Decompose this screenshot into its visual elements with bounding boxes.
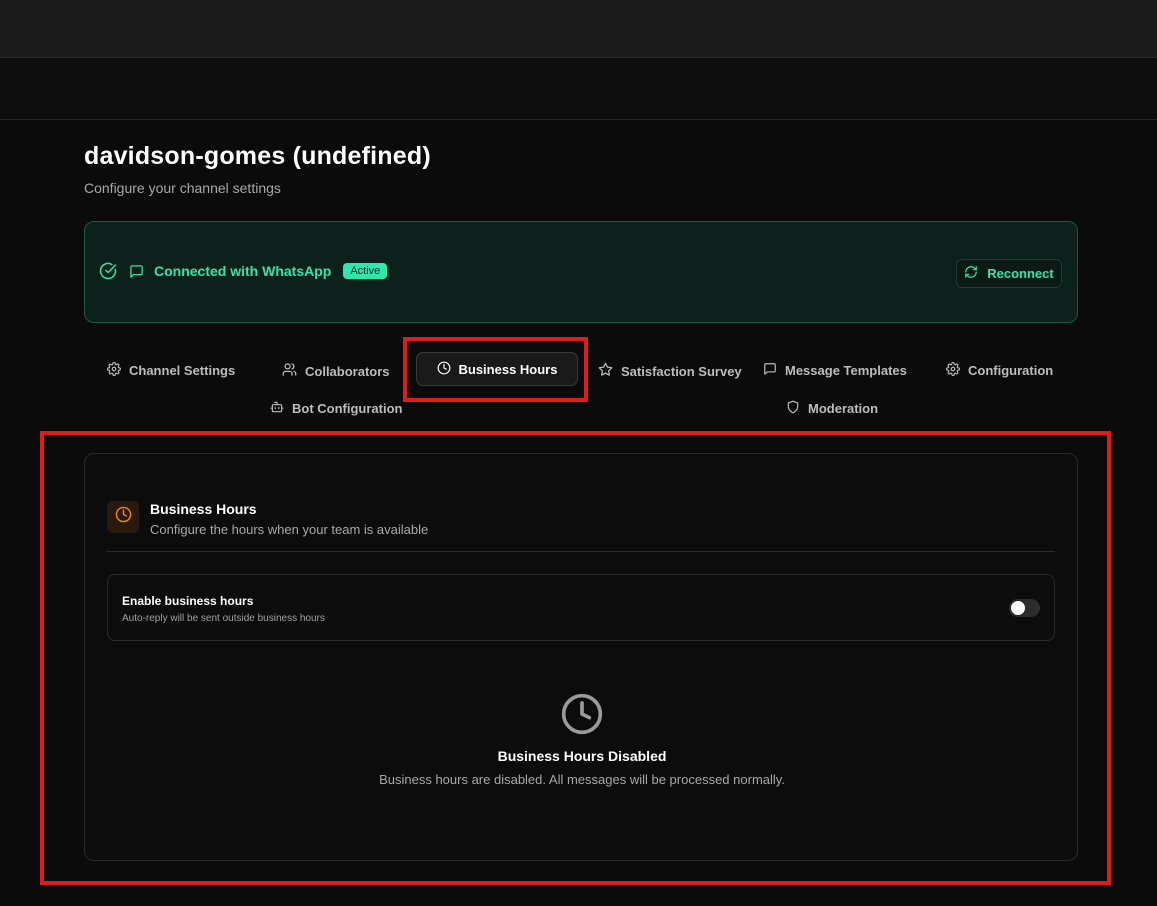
users-icon	[282, 362, 297, 380]
connection-status-text: Connected with WhatsApp	[154, 263, 332, 279]
tab-bot-configuration[interactable]: Bot Configuration	[270, 400, 402, 417]
tab-label: Message Templates	[785, 363, 907, 378]
top-app-bar	[0, 0, 1157, 58]
tab-label: Moderation	[808, 401, 879, 416]
bot-icon	[270, 400, 284, 417]
tab-label: Bot Configuration	[292, 401, 403, 416]
reconnect-button[interactable]: Reconnect	[956, 259, 1062, 288]
tab-label: Configuration	[968, 363, 1054, 378]
message-square-icon	[129, 264, 144, 279]
page-title: davidson-gomes (undefined)	[84, 142, 431, 170]
reconnect-label: Reconnect	[987, 266, 1054, 281]
tab-collaborators[interactable]: Collaborators	[282, 362, 390, 380]
gear-icon	[946, 362, 960, 379]
tab-message-templates[interactable]: Message Templates	[763, 362, 907, 379]
connection-status: Connected with WhatsApp Active	[99, 262, 388, 280]
tab-configuration[interactable]: Configuration	[946, 362, 1053, 379]
shield-icon	[786, 400, 800, 417]
message-square-icon	[763, 362, 777, 379]
star-icon	[598, 362, 613, 380]
tab-label: Satisfaction Survey	[621, 363, 742, 379]
tab-satisfaction-survey[interactable]: Satisfaction Survey	[598, 362, 742, 380]
tab-channel-settings[interactable]: Channel Settings	[107, 362, 235, 379]
check-circle-icon	[99, 262, 117, 280]
tab-label: Channel Settings	[129, 363, 236, 378]
highlight-box-panel	[40, 431, 1111, 885]
highlight-box-tab	[403, 337, 588, 402]
tab-label: Collaborators	[305, 363, 390, 379]
secondary-header-bar	[0, 58, 1157, 120]
status-badge: Active	[343, 263, 388, 279]
page-subtitle: Configure your channel settings	[84, 180, 281, 196]
refresh-icon	[964, 265, 978, 282]
connection-status-card: Connected with WhatsApp Active Reconnect	[84, 221, 1078, 323]
gear-icon	[107, 362, 121, 379]
tab-moderation[interactable]: Moderation	[786, 400, 878, 417]
